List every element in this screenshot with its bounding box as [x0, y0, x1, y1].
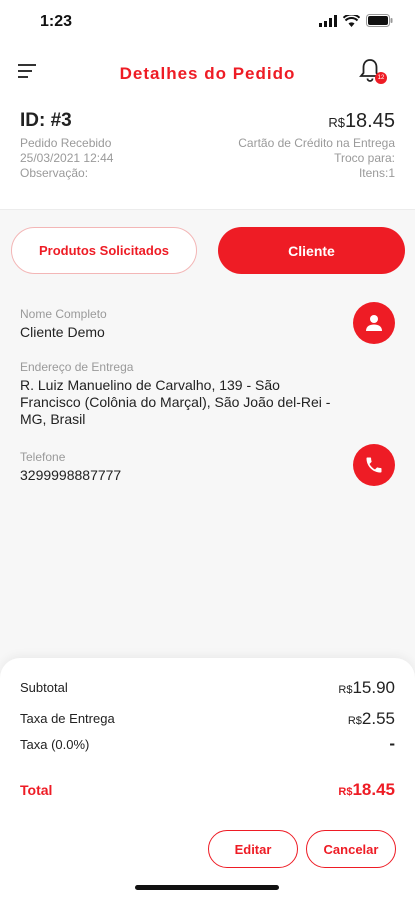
- order-date: 25/03/2021 12:44: [20, 151, 114, 165]
- phone-label: Telefone: [20, 450, 66, 464]
- address-label: Endereço de Entrega: [20, 360, 134, 374]
- total-currency: R$: [338, 786, 353, 798]
- notification-badge: 12: [375, 72, 387, 84]
- tax-value: -: [389, 734, 395, 753]
- cancel-button[interactable]: Cancelar: [306, 830, 396, 868]
- subtotal-amount: 15.90: [352, 678, 395, 697]
- subtotal-label: Subtotal: [20, 680, 68, 695]
- payment-method: Cartão de Crédito na Entrega: [238, 136, 395, 150]
- status-icons: [319, 14, 393, 27]
- order-summary-card: ID: #3 Pedido Recebido 25/03/2021 12:44 …: [0, 98, 415, 210]
- total-label: Total: [20, 782, 53, 798]
- order-currency: R$: [328, 115, 345, 130]
- total-amount: 18.45: [352, 780, 395, 799]
- person-icon: [366, 315, 382, 331]
- payment-info: Cartão de Crédito na Entrega Troco para:…: [238, 136, 395, 181]
- page-title: Detalhes do Pedido: [119, 64, 296, 83]
- status-time: 1:23: [40, 13, 73, 30]
- tax-label: Taxa (0.0%): [20, 737, 90, 752]
- profile-button[interactable]: [353, 302, 395, 344]
- delivery-fee-label: Taxa de Entrega: [20, 711, 115, 726]
- subtotal-currency: R$: [338, 684, 353, 696]
- call-button[interactable]: [353, 444, 395, 486]
- order-info: Pedido Recebido 25/03/2021 12:44 Observa…: [20, 136, 113, 181]
- total-value: R$18.45: [338, 780, 395, 800]
- delivery-fee-value: R$2.55: [348, 709, 395, 729]
- edit-button[interactable]: Editar: [208, 830, 298, 868]
- tab-client[interactable]: Cliente: [218, 227, 405, 274]
- phone-icon: [366, 457, 382, 473]
- name-label: Nome Completo: [20, 307, 107, 321]
- order-totals-panel: Subtotal R$15.90 Taxa de Entrega R$2.55 …: [0, 658, 415, 900]
- order-total-value: 18.45: [344, 110, 395, 132]
- order-note-label: Observação:: [20, 166, 89, 180]
- client-name: Cliente Demo: [20, 324, 105, 340]
- client-phone: 3299998887777: [20, 467, 122, 483]
- order-total: R$18.45: [328, 110, 395, 133]
- order-id: ID: #3: [20, 110, 72, 131]
- signal-icon: [319, 14, 337, 27]
- wifi-icon: [343, 14, 360, 27]
- app-header: Detalhes do Pedido 12: [0, 44, 415, 98]
- notifications-button[interactable]: 12: [359, 58, 387, 84]
- order-status: Pedido Recebido: [20, 136, 112, 150]
- delivery-currency: R$: [347, 715, 362, 727]
- subtotal-value: R$15.90: [338, 678, 395, 698]
- home-indicator: [135, 885, 279, 890]
- change-label: Troco para:: [334, 151, 395, 165]
- battery-icon: [366, 14, 393, 27]
- client-address: R. Luiz Manuelino de Carvalho, 139 - São…: [20, 377, 331, 427]
- tab-products[interactable]: Produtos Solicitados: [11, 227, 197, 274]
- delivery-amount: 2.55: [361, 709, 395, 728]
- status-bar: 1:23: [0, 0, 415, 44]
- items-count: Itens:1: [358, 166, 395, 180]
